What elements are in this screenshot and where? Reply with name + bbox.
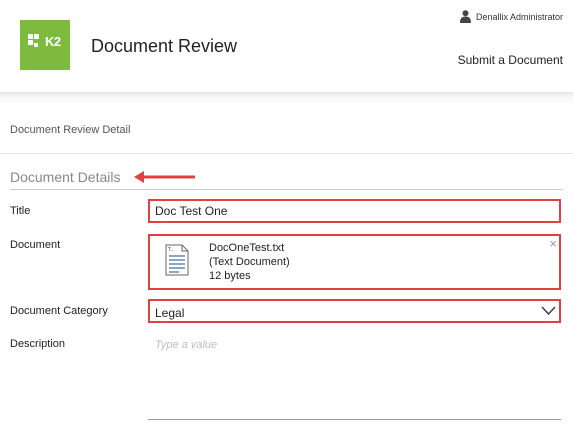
- doc-icon-label: T...: [168, 247, 175, 253]
- text-document-icon: T...: [165, 244, 189, 276]
- header-shadow: [0, 92, 573, 104]
- chevron-down-icon[interactable]: [541, 306, 556, 316]
- description-underline: [148, 419, 561, 420]
- category-dropdown[interactable]: Legal: [148, 299, 561, 323]
- submit-document-link[interactable]: Submit a Document: [458, 53, 563, 67]
- arrow-left-icon: [134, 171, 195, 183]
- logo-squares-icon: [28, 34, 44, 48]
- user-menu[interactable]: Denallix Administrator: [459, 10, 563, 23]
- user-icon: [459, 10, 471, 23]
- document-file-type: (Text Document): [209, 256, 290, 268]
- document-info: DocOneTest.txt (Text Document) 12 bytes: [209, 241, 290, 283]
- group-divider: [10, 189, 563, 190]
- section-title: Document Review Detail: [10, 124, 131, 136]
- app-title: Document Review: [91, 36, 238, 56]
- title-input[interactable]: [150, 201, 559, 221]
- document-attachment[interactable]: T... DocOneTest.txt (Text Document) 12 b…: [148, 234, 561, 290]
- description-label: Description: [10, 338, 66, 350]
- app-header: K2 Document Review Denallix Administrato…: [0, 0, 573, 92]
- section-header: Document Review Detail: [0, 110, 573, 154]
- k2-logo[interactable]: K2: [20, 20, 70, 70]
- title-field[interactable]: [148, 199, 561, 223]
- document-file-size: 12 bytes: [209, 270, 251, 282]
- title-label: Title: [10, 205, 31, 217]
- category-label: Document Category: [10, 305, 108, 317]
- remove-document-icon[interactable]: ×: [549, 236, 557, 251]
- logo-text: K2: [45, 34, 61, 49]
- document-file-name[interactable]: DocOneTest.txt: [209, 241, 290, 255]
- category-selected-value: Legal: [155, 306, 185, 320]
- document-label: Document: [10, 239, 61, 251]
- description-input[interactable]: Type a value: [155, 339, 217, 351]
- group-title: Document Details: [10, 169, 121, 185]
- user-name: Denallix Administrator: [475, 11, 563, 22]
